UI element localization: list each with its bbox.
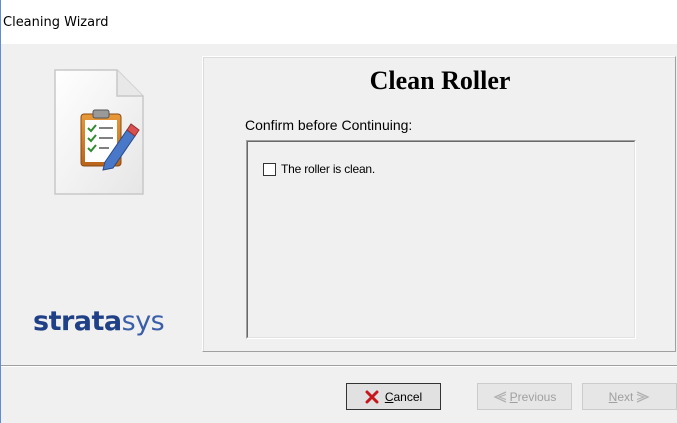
previous-button[interactable]: Previous bbox=[477, 383, 572, 410]
next-button[interactable]: Next bbox=[582, 383, 677, 410]
title-bar: Cleaning Wizard bbox=[1, 0, 677, 44]
page-title: Clean Roller bbox=[369, 66, 511, 95]
previous-button-label: Previous bbox=[509, 389, 557, 404]
roller-clean-checkbox[interactable] bbox=[263, 162, 276, 176]
stratasys-logo: stratasys bbox=[33, 306, 165, 337]
red-x-icon bbox=[365, 390, 379, 403]
right-arrow-icon bbox=[637, 390, 650, 403]
confirm-label: Confirm before Continuing: bbox=[245, 117, 413, 133]
cancel-button-label: Cancel bbox=[384, 389, 423, 404]
roller-clean-checkbox-label[interactable]: The roller is clean. bbox=[281, 162, 375, 176]
roller-clean-checkbox-row[interactable]: The roller is clean. bbox=[263, 162, 375, 176]
content-panel: Clean Roller Confirm before Continuing: … bbox=[202, 56, 676, 352]
cleaning-wizard-window: Cleaning Wizard stratasys Clean Roller C… bbox=[0, 0, 677, 423]
clipboard-document-icon bbox=[54, 69, 144, 195]
cancel-button[interactable]: Cancel bbox=[346, 383, 441, 410]
confirmation-group-box: The roller is clean. bbox=[246, 140, 636, 339]
left-arrow-icon bbox=[493, 390, 506, 403]
footer-separator bbox=[1, 365, 677, 367]
next-button-label: Next bbox=[608, 389, 634, 404]
window-title: Cleaning Wizard bbox=[3, 15, 109, 30]
